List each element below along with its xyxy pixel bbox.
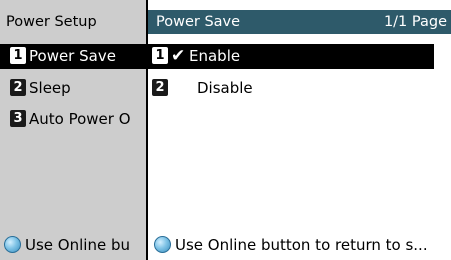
power-setup-screen: Power Setup 1 Power Save 2 Sleep 3 Auto Pow…	[0, 0, 451, 260]
left-menu-panel: Power Setup 1 Power Save 2 Sleep 3 Auto Pow…	[0, 0, 146, 260]
page-indicator: 1/1 Page	[383, 14, 447, 30]
number-badge: 2	[10, 79, 26, 96]
option-disable[interactable]: 2 Disable	[146, 76, 434, 101]
number-badge: 1	[10, 47, 26, 64]
left-footer-hint: Use Online bu	[4, 234, 130, 256]
options-title: Power Save	[156, 14, 241, 30]
right-footer-hint: Use Online button to return to s...	[154, 234, 428, 256]
options-header: Power Save 1/1 Page	[146, 10, 451, 34]
option-label: Enable	[189, 47, 241, 65]
right-footer-text: Use Online button to return to s...	[175, 236, 428, 254]
number-badge: 1	[152, 47, 168, 64]
menu-item-power-save[interactable]: 1 Power Save	[0, 44, 146, 69]
online-button-icon	[4, 236, 21, 253]
online-button-icon	[154, 236, 171, 253]
left-panel-title: Power Setup	[6, 14, 97, 30]
number-badge: 3	[10, 110, 26, 127]
checkmark-icon: ✔	[171, 46, 186, 66]
menu-item-label: Sleep	[29, 79, 71, 97]
menu-item-sleep[interactable]: 2 Sleep	[0, 76, 146, 101]
menu-item-label: Auto Power O	[29, 110, 131, 128]
panel-divider	[146, 0, 148, 260]
number-badge: 2	[152, 79, 168, 96]
right-options-panel: Power Save 1/1 Page 1 ✔ Enable 2 Disable Us…	[146, 0, 451, 260]
menu-item-auto-power-off[interactable]: 3 Auto Power O	[0, 107, 146, 132]
option-enable[interactable]: 1 ✔ Enable	[146, 44, 434, 69]
left-footer-text: Use Online bu	[25, 236, 130, 254]
menu-item-label: Power Save	[29, 47, 116, 65]
option-label: Disable	[197, 79, 253, 97]
